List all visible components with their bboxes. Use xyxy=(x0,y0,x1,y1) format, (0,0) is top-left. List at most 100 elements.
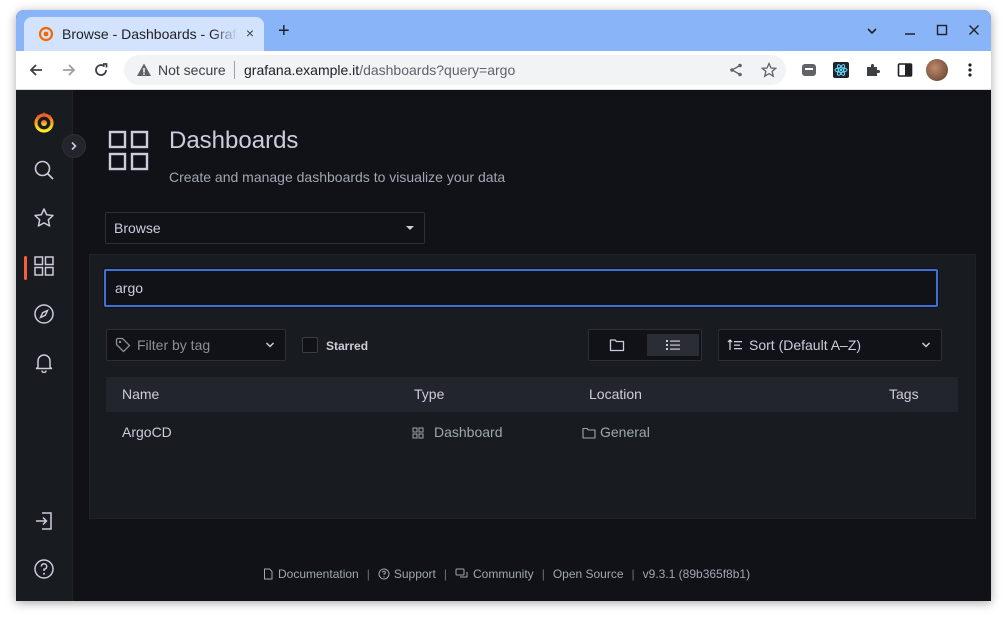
chevron-down-icon xyxy=(265,342,275,348)
tag-filter-placeholder: Filter by tag xyxy=(137,337,211,353)
footer-documentation-label: Documentation xyxy=(278,567,359,581)
folder-icon xyxy=(582,427,596,439)
table-header: Name Type Location Tags xyxy=(106,377,958,412)
apps-icon xyxy=(412,427,424,439)
security-label: Not secure xyxy=(158,62,226,78)
profile-avatar[interactable] xyxy=(926,59,948,81)
chevron-right-icon xyxy=(71,141,77,151)
grafana-favicon-icon xyxy=(38,26,54,42)
url-path: /dashboards?query=argo xyxy=(359,62,516,78)
new-tab-button[interactable]: + xyxy=(278,21,290,41)
tab-close-icon[interactable]: × xyxy=(246,25,254,41)
sidebar-item-alerting[interactable] xyxy=(32,350,56,374)
sidebar-item-dashboards[interactable] xyxy=(32,254,56,278)
footer-open-source-link[interactable]: Open Source xyxy=(553,567,624,581)
column-header-name: Name xyxy=(122,386,160,402)
side-menu xyxy=(16,90,73,601)
starred-label[interactable]: Starred xyxy=(326,339,368,353)
row-name[interactable]: ArgoCD xyxy=(122,424,172,440)
table-row[interactable]: ArgoCD Dashboard General xyxy=(106,415,958,449)
forward-icon[interactable] xyxy=(61,62,77,78)
search-input-value: argo xyxy=(115,280,144,296)
active-indicator xyxy=(24,256,27,280)
sidebar-item-search[interactable] xyxy=(32,158,56,182)
question-circle-icon xyxy=(378,568,390,580)
sort-label: Sort (Default A–Z) xyxy=(749,337,862,353)
row-location[interactable]: General xyxy=(600,424,650,440)
back-icon[interactable] xyxy=(28,62,44,78)
question-circle-icon xyxy=(34,559,54,579)
compass-icon xyxy=(34,304,54,324)
footer-documentation-link[interactable]: Documentation xyxy=(262,567,359,581)
menu-kebab-icon[interactable] xyxy=(962,62,978,78)
sort-select[interactable]: Sort (Default A–Z) xyxy=(718,329,942,361)
bell-icon xyxy=(35,354,53,373)
column-header-type: Type xyxy=(414,386,445,402)
folder-icon xyxy=(609,339,625,352)
row-type: Dashboard xyxy=(434,424,503,440)
url-host: grafana.example.it xyxy=(244,62,360,78)
page-title: Dashboards xyxy=(169,127,299,154)
footer: Documentation | Support | Community | Op… xyxy=(262,567,750,581)
list-icon xyxy=(666,340,680,350)
tag-icon xyxy=(115,337,131,353)
close-window-icon[interactable] xyxy=(968,24,980,36)
view-mode-toggle xyxy=(588,329,702,361)
bookmark-star-icon[interactable] xyxy=(761,62,777,78)
starred-checkbox[interactable] xyxy=(302,337,318,353)
warning-icon[interactable] xyxy=(136,62,152,78)
tab-search-icon[interactable] xyxy=(866,25,878,37)
side-panel-icon[interactable] xyxy=(897,62,913,78)
sort-amount-icon xyxy=(727,339,742,350)
tag-filter[interactable]: Filter by tag xyxy=(106,329,286,361)
browser-tab[interactable]: Browse - Dashboards - Grafana × xyxy=(24,17,264,51)
extension-chat-icon[interactable] xyxy=(801,62,817,78)
footer-community-link[interactable]: Community xyxy=(455,567,534,581)
footer-version: v9.3.1 (89b365f8b1) xyxy=(642,567,751,581)
minimize-icon[interactable] xyxy=(904,25,916,37)
search-input[interactable]: argo xyxy=(104,269,938,307)
column-header-location: Location xyxy=(589,386,642,402)
footer-separator: | xyxy=(631,567,635,581)
list-view-button[interactable] xyxy=(647,334,699,356)
maximize-icon[interactable] xyxy=(936,24,948,36)
footer-support-label: Support xyxy=(393,567,436,581)
address-separator xyxy=(234,61,235,79)
footer-separator: | xyxy=(443,567,447,581)
tab-title: Browse - Dashboards - Grafana xyxy=(62,26,238,42)
chevron-down-icon xyxy=(921,342,931,348)
dashboards-header-icon xyxy=(108,130,149,171)
grafana-logo[interactable] xyxy=(32,110,56,134)
footer-separator: | xyxy=(541,567,545,581)
footer-separator: | xyxy=(366,567,370,581)
star-icon xyxy=(34,208,54,227)
browser-toolbar: Not secure grafana.example.it/dashboards… xyxy=(16,51,991,90)
share-icon[interactable] xyxy=(729,63,743,77)
footer-support-link[interactable]: Support xyxy=(378,567,436,581)
document-icon xyxy=(264,568,273,580)
browser-window: Browse - Dashboards - Grafana × + Not se… xyxy=(16,10,991,601)
apps-icon xyxy=(34,256,54,276)
caret-down-icon xyxy=(406,226,414,230)
sidebar-item-explore[interactable] xyxy=(32,302,56,326)
grafana-logo-icon xyxy=(34,112,54,133)
extensions-puzzle-icon[interactable] xyxy=(865,62,881,78)
react-devtools-icon[interactable] xyxy=(833,62,849,78)
column-header-tags: Tags xyxy=(889,386,919,402)
browse-select[interactable]: Browse xyxy=(105,212,425,244)
browse-select-value: Browse xyxy=(114,220,161,236)
sign-in-icon xyxy=(36,512,52,530)
footer-community-label: Community xyxy=(473,567,534,581)
url-text[interactable]: grafana.example.it/dashboards?query=argo xyxy=(244,62,515,78)
sidebar-item-help[interactable] xyxy=(32,557,56,581)
search-icon xyxy=(34,160,54,180)
comments-icon xyxy=(455,568,468,578)
sidebar-item-sign-in[interactable] xyxy=(32,509,56,533)
folder-view-button[interactable] xyxy=(591,334,643,356)
address-bar[interactable]: Not secure grafana.example.it/dashboards… xyxy=(124,55,786,85)
sidebar-item-starred[interactable] xyxy=(32,206,56,230)
tab-strip: Browse - Dashboards - Grafana × + xyxy=(16,10,991,51)
expand-menu-button[interactable] xyxy=(62,134,86,158)
reload-icon[interactable] xyxy=(93,62,109,78)
page-subtitle: Create and manage dashboards to visualiz… xyxy=(169,169,506,185)
